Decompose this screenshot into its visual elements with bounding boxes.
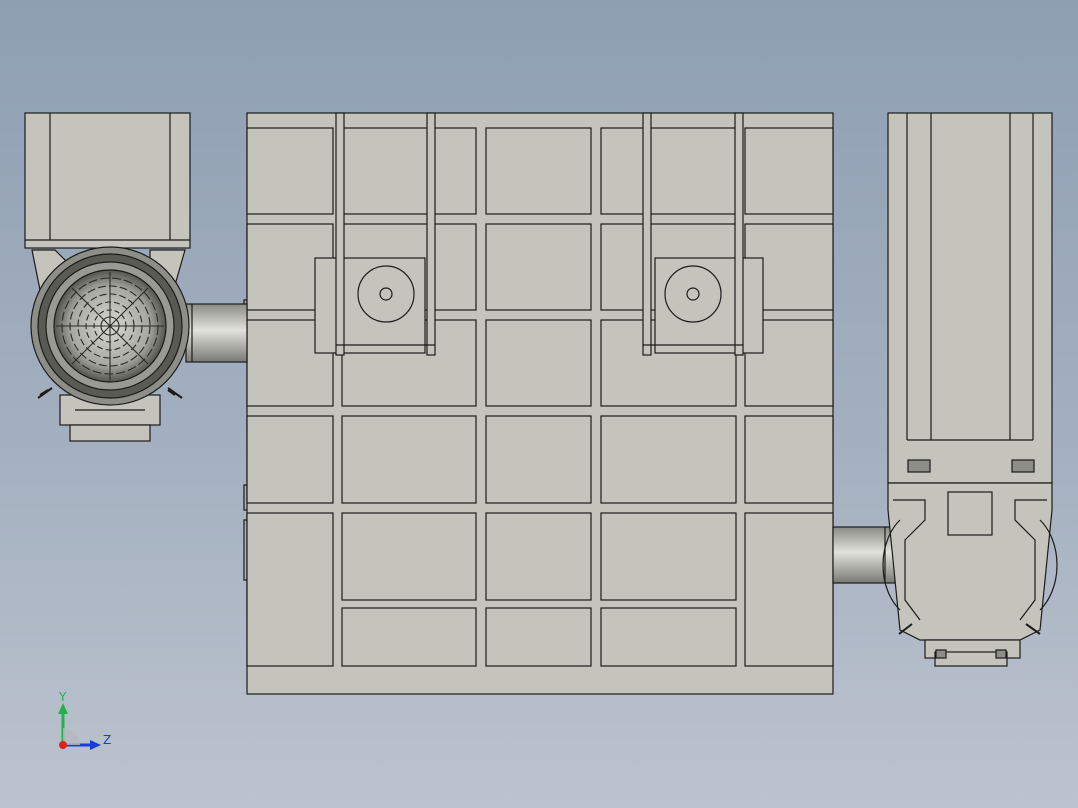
right-motor-body (887, 112, 1053, 484)
right-terminal-box (947, 491, 993, 536)
lug-hole-outer (357, 265, 415, 323)
lug-hole-outer (664, 265, 722, 323)
coordinate-triad: Y Z (58, 690, 111, 750)
right-motor[interactable] (832, 112, 1058, 667)
z-axis-label: Z (103, 733, 111, 747)
left-motor[interactable] (24, 112, 248, 442)
y-axis-label: Y (58, 690, 67, 704)
main-housing[interactable] (243, 112, 834, 695)
left-motor-shaft (185, 303, 248, 363)
cad-model-view[interactable]: Y Z (0, 0, 1078, 808)
right-motor-shaft (832, 526, 896, 584)
fan-grille (56, 272, 164, 380)
cad-viewport[interactable]: Y Z (0, 0, 1078, 808)
x-axis-dot (59, 741, 67, 749)
